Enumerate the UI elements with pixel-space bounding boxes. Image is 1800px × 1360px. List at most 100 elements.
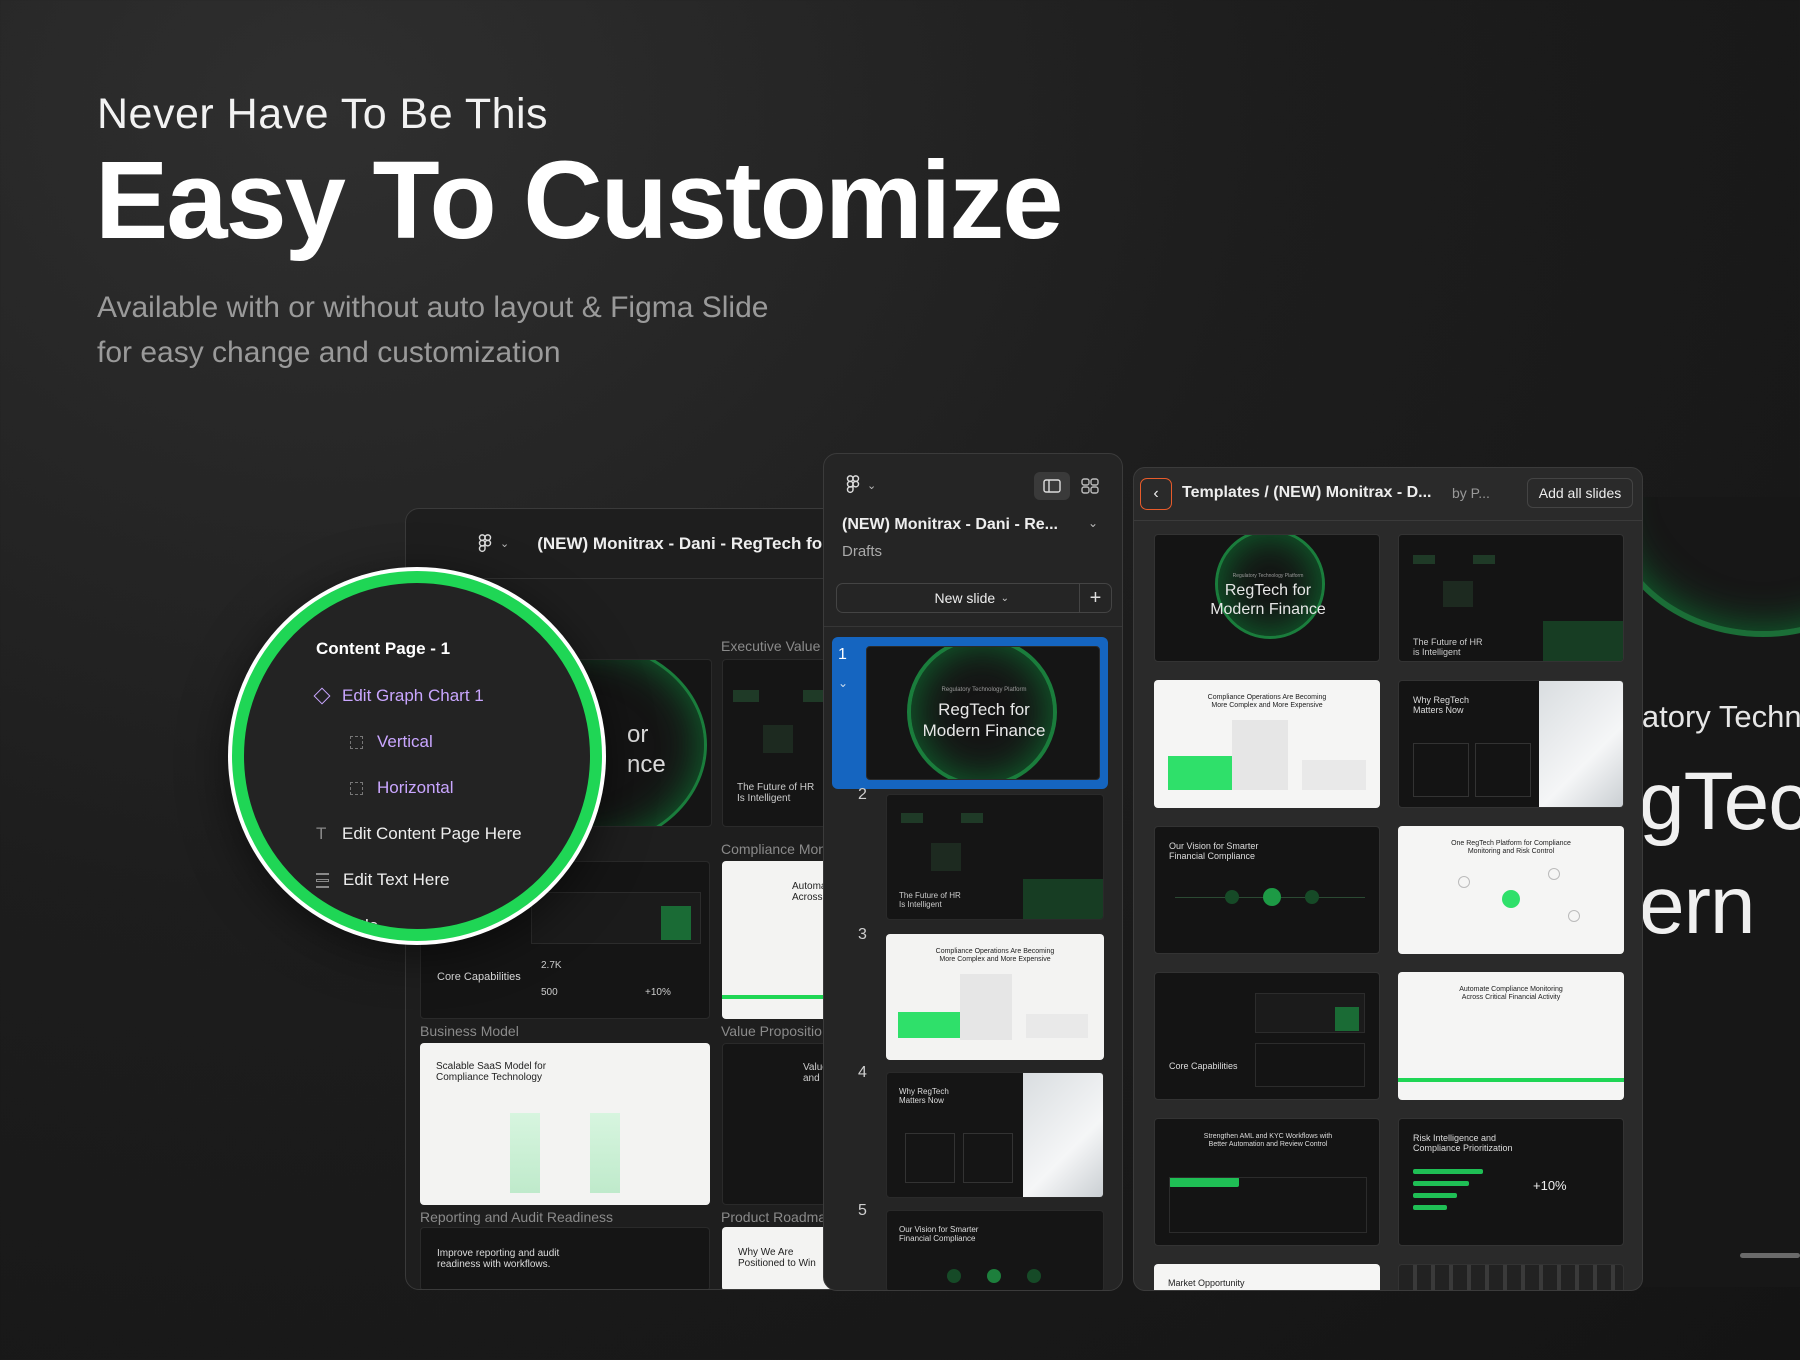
- preview-title-line-1: gTec: [1643, 756, 1800, 847]
- section-label-business: Business Model: [420, 1023, 519, 1039]
- future-hr-title: The Future of HR Is Intelligent: [737, 782, 815, 804]
- template-slide-9[interactable]: Strengthen AML and KYC Workflows with Be…: [1154, 1118, 1380, 1246]
- slide-number-5: 5: [858, 1202, 867, 1219]
- file-location: Drafts: [842, 543, 883, 560]
- layer-label-content-page: Content Page - 1: [316, 639, 451, 658]
- new-slide-button[interactable]: New slide ⌄ +: [836, 583, 1112, 613]
- saas-title: Scalable SaaS Model for Compliance Techn…: [436, 1061, 547, 1083]
- section-label-compliance: Compliance Mon: [721, 841, 827, 857]
- template-slide-10[interactable]: Risk Intelligence and Compliance Priorit…: [1398, 1118, 1624, 1246]
- layer-edit-text[interactable]: Edit Text Here: [316, 870, 449, 890]
- hero-kicker: Never Have To Be This: [97, 90, 549, 138]
- layer-label-tittle: Tittle: [342, 916, 379, 935]
- chevron-down-icon[interactable]: ⌄: [1088, 516, 1098, 530]
- template-slide-1[interactable]: Regulatory Technology Platform RegTech f…: [1154, 534, 1380, 662]
- layer-edit-content-page[interactable]: T Edit Content Page Here: [316, 824, 522, 844]
- layer-tittle[interactable]: # Tittle: [316, 916, 379, 935]
- component-icon: [313, 687, 331, 705]
- canvas-scrollbar[interactable]: [1740, 1253, 1800, 1258]
- slide-thumbnail-2[interactable]: The Future of HR Is Intelligent: [886, 794, 1104, 920]
- section-label-reporting: Reporting and Audit Readiness: [420, 1209, 614, 1225]
- canvas-toolbar: ⌄ (NEW) Monitrax - Dani - RegTech for Mo…: [406, 509, 844, 579]
- subline-line-2: for easy change and customization: [97, 336, 561, 369]
- slide-thumbnail-4[interactable]: Why RegTech Matters Now: [886, 1072, 1104, 1198]
- slide-number-3: 3: [858, 926, 867, 943]
- layers-magnifier: Content Page - 1 Edit Graph Chart 1 Vert…: [232, 571, 602, 941]
- slide-number-1: 1: [838, 646, 847, 663]
- layer-horizontal[interactable]: Horizontal: [350, 778, 454, 798]
- template-3-title: Compliance Operations Are Becoming More …: [1207, 694, 1327, 709]
- slide-3-title: Compliance Operations Are Becoming More …: [935, 948, 1055, 963]
- templates-panel: ‹ Templates / (NEW) Monitrax - D... by P…: [1133, 467, 1643, 1291]
- core-stat-3: +10%: [645, 987, 671, 998]
- section-label-roadmap: Product Roadma: [721, 1209, 827, 1225]
- slide-4-title: Why RegTech Matters Now: [899, 1087, 949, 1105]
- template-1-kicker: Regulatory Technology Platform: [1232, 573, 1304, 579]
- hero-headline: Easy To Customize: [95, 139, 1063, 262]
- layer-label-edit-text: Edit Text Here: [343, 870, 450, 889]
- file-title[interactable]: (NEW) Monitrax - Dani - Re...: [842, 516, 1058, 534]
- auto-layout-icon: [316, 872, 329, 888]
- layer-label-edit-content-page: Edit Content Page Here: [342, 824, 522, 843]
- template-4-title: Why RegTech Matters Now: [1413, 695, 1470, 715]
- canvas-slide-reporting[interactable]: Improve reporting and audit readiness wi…: [420, 1227, 710, 1289]
- template-slide-7[interactable]: Core Capabilities: [1154, 972, 1380, 1100]
- layer-edit-graph-chart[interactable]: Edit Graph Chart 1: [313, 686, 484, 706]
- template-1-title: RegTech for Modern Finance: [1210, 582, 1326, 618]
- add-slide-icon[interactable]: +: [1079, 584, 1111, 612]
- slides-sidebar: ⌄ (NEW) Monitrax - Dani - Re... ⌄ Drafts…: [823, 453, 1123, 1291]
- slide-5-title: Our Vision for Smarter Financial Complia…: [899, 1225, 979, 1243]
- instance-icon: [350, 735, 363, 749]
- add-all-slides-button[interactable]: Add all slides: [1527, 478, 1633, 508]
- templates-breadcrumb[interactable]: Templates / (NEW) Monitrax - D...: [1182, 484, 1432, 502]
- template-slide-5[interactable]: Our Vision for Smarter Financial Complia…: [1154, 826, 1380, 954]
- template-11-title: Market Opportunity: [1168, 1278, 1245, 1288]
- section-label-value: Value Propositio: [721, 1023, 822, 1039]
- chevron-down-icon[interactable]: ⌄: [1001, 593, 1009, 604]
- improve-title: Improve reporting and audit readiness wi…: [437, 1248, 560, 1270]
- template-slide-11[interactable]: Market Opportunity: [1154, 1264, 1380, 1290]
- template-10-stat: +10%: [1533, 1178, 1567, 1193]
- layer-label-vertical: Vertical: [377, 732, 433, 751]
- slide-thumbnail-1[interactable]: Regulatory Technology Platform RegTech f…: [866, 646, 1100, 780]
- template-6-title: One RegTech Platform for Compliance Moni…: [1451, 840, 1571, 855]
- template-slide-3[interactable]: Compliance Operations Are Becoming More …: [1154, 680, 1380, 808]
- core-cap-title: Core Capabilities: [437, 971, 521, 983]
- hero-subline: Available with or without auto layout & …: [97, 285, 857, 375]
- layer-label-edit-graph-chart: Edit Graph Chart 1: [342, 686, 484, 705]
- slide-2-title: The Future of HR Is Intelligent: [899, 891, 961, 909]
- collapse-chevron-icon[interactable]: ⌄: [838, 676, 848, 690]
- template-slide-2[interactable]: The Future of HR is Intelligent: [1398, 534, 1624, 662]
- canvas-file-title[interactable]: (NEW) Monitrax - Dani - RegTech for Mod: [537, 534, 844, 554]
- slide-1-title: RegTech for Modern Finance: [922, 700, 1046, 740]
- layer-content-page[interactable]: Content Page - 1: [316, 639, 450, 659]
- slide-thumbnail-5[interactable]: Our Vision for Smarter Financial Complia…: [886, 1210, 1104, 1290]
- template-5-title: Our Vision for Smarter Financial Complia…: [1169, 841, 1259, 861]
- template-slide-4[interactable]: Why RegTech Matters Now: [1398, 680, 1624, 808]
- template-8-title: Automate Compliance Monitoring Across Cr…: [1459, 986, 1563, 1001]
- slide-thumbnail-3[interactable]: Compliance Operations Are Becoming More …: [886, 934, 1104, 1060]
- template-slide-12[interactable]: [1398, 1264, 1624, 1290]
- template-9-title: Strengthen AML and KYC Workflows with Be…: [1203, 1133, 1333, 1148]
- canvas-slide-saas[interactable]: Scalable SaaS Model for Compliance Techn…: [420, 1043, 710, 1205]
- why-win-title: Why We Are Positioned to Win: [738, 1247, 816, 1269]
- preview-kicker: latory Techn: [1643, 699, 1800, 734]
- preview-title-line-2: ern: [1643, 860, 1756, 951]
- layer-vertical[interactable]: Vertical: [350, 732, 433, 752]
- back-arrow-icon[interactable]: ‹: [1140, 478, 1172, 510]
- grid-view-icon[interactable]: [1072, 472, 1108, 500]
- section-label-executive: Executive Value: [721, 638, 821, 654]
- single-view-icon[interactable]: [1034, 472, 1070, 500]
- template-7-title: Core Capabilities: [1169, 1061, 1238, 1071]
- template-slide-6[interactable]: One RegTech Platform for Compliance Moni…: [1398, 826, 1624, 954]
- slide-number-4: 4: [858, 1064, 867, 1081]
- frame-icon: #: [316, 917, 325, 935]
- figma-menu-icon[interactable]: ⌄: [842, 474, 876, 496]
- template-slide-8[interactable]: Automate Compliance Monitoring Across Cr…: [1398, 972, 1624, 1100]
- core-stat-2: 500: [541, 987, 558, 998]
- figma-menu-icon[interactable]: ⌄: [474, 533, 509, 555]
- hero-fragment: or nce: [627, 721, 666, 778]
- slide-1-kicker: Regulatory Technology Platform: [941, 687, 1027, 693]
- template-10-title: Risk Intelligence and Compliance Priorit…: [1413, 1133, 1513, 1153]
- subline-line-1: Available with or without auto layout & …: [97, 291, 769, 324]
